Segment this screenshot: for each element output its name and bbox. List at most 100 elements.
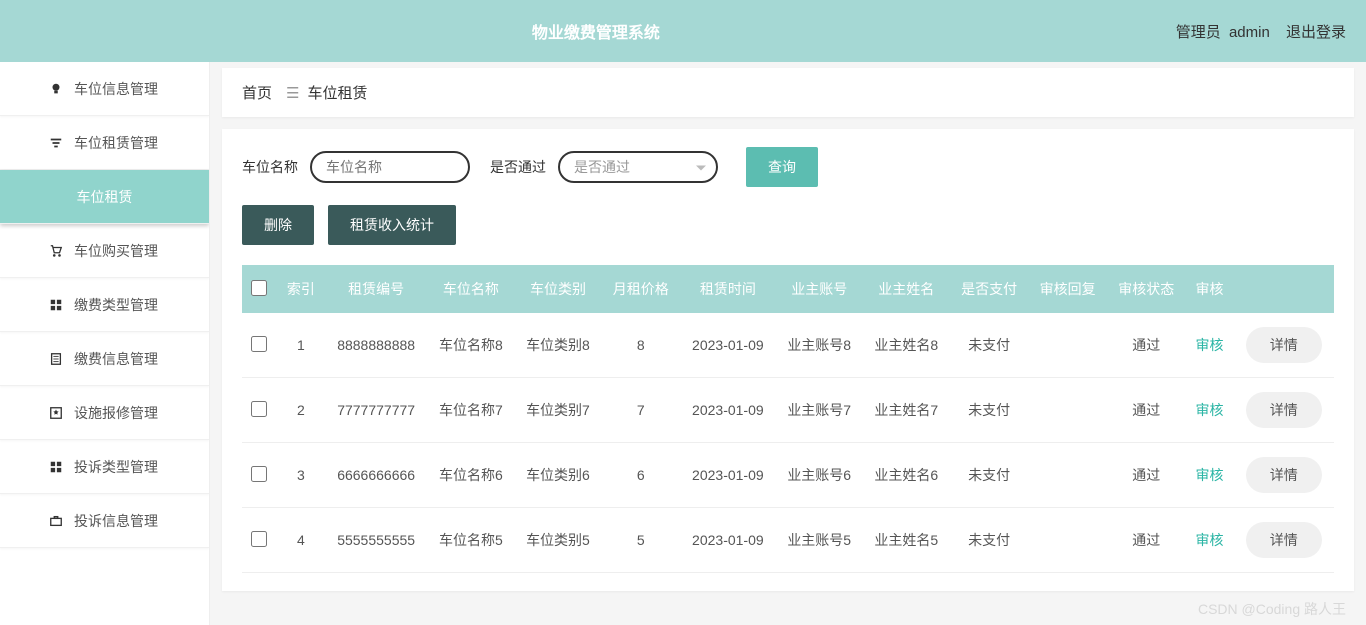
col-header-4: 车位类别 [514, 265, 601, 313]
sidebar-item-7[interactable]: 投诉类型管理 [0, 440, 209, 494]
sidebar-item-label: 投诉信息管理 [74, 511, 158, 531]
cell-time: 2023-01-09 [680, 508, 776, 573]
col-header-6: 租赁时间 [680, 265, 776, 313]
cell-status: 通过 [1107, 443, 1186, 508]
cell-price: 7 [602, 378, 681, 443]
cell-audit: 审核 [1186, 443, 1234, 508]
app-title: 物业缴费管理系统 [20, 19, 1172, 43]
audit-link[interactable]: 审核 [1196, 337, 1224, 353]
delete-button[interactable]: 删除 [242, 205, 314, 245]
sidebar-item-label: 车位信息管理 [74, 79, 158, 99]
sidebar-item-3[interactable]: 车位购买管理 [0, 224, 209, 278]
query-button[interactable]: 查询 [746, 147, 818, 187]
detail-button[interactable]: 详情 [1246, 457, 1322, 493]
audit-link[interactable]: 审核 [1196, 467, 1224, 483]
detail-button[interactable]: 详情 [1246, 327, 1322, 363]
col-header-8: 业主姓名 [863, 265, 950, 313]
row-checkbox[interactable] [251, 401, 267, 417]
bulb-icon [48, 81, 64, 97]
cell-cat: 车位类别8 [514, 313, 601, 378]
cell-check [242, 313, 277, 378]
cell-name: 车位名称7 [427, 378, 514, 443]
cell-no: 5555555555 [325, 508, 427, 573]
cell-check [242, 508, 277, 573]
cell-status: 通过 [1107, 313, 1186, 378]
cell-check [242, 378, 277, 443]
header: 物业缴费管理系统 管理员 admin 退出登录 [0, 0, 1366, 62]
header-user-area: 管理员 admin 退出登录 [1172, 21, 1346, 42]
row-checkbox[interactable] [251, 531, 267, 547]
cell-price: 8 [602, 313, 681, 378]
sidebar-item-4[interactable]: 缴费类型管理 [0, 278, 209, 332]
row-checkbox[interactable] [251, 336, 267, 352]
sidebar-item-8[interactable]: 投诉信息管理 [0, 494, 209, 548]
logout-link[interactable]: 退出登录 [1286, 24, 1346, 41]
table-row: 45555555555车位名称5车位类别552023-01-09业主账号5业主姓… [242, 508, 1334, 573]
main-content: 首页 ☰ 车位租赁 车位名称 是否通过 是否通过 查询 删除 租赁收入统计 [210, 62, 1366, 625]
table-row: 27777777777车位名称7车位类别772023-01-09业主账号7业主姓… [242, 378, 1334, 443]
cell-status: 通过 [1107, 378, 1186, 443]
col-header-9: 是否支付 [950, 265, 1029, 313]
detail-button[interactable]: 详情 [1246, 522, 1322, 558]
action-row: 删除 租赁收入统计 [242, 205, 1334, 245]
parking-name-input[interactable] [310, 151, 470, 183]
table-row: 18888888888车位名称8车位类别882023-01-09业主账号8业主姓… [242, 313, 1334, 378]
cart-icon [48, 243, 64, 259]
cell-name: 车位名称5 [427, 508, 514, 573]
cell-name: 车位名称6 [427, 443, 514, 508]
cell-owner: 业主姓名8 [863, 313, 950, 378]
stats-button[interactable]: 租赁收入统计 [328, 205, 456, 245]
select-all-checkbox[interactable] [251, 280, 267, 296]
cell-acct: 业主账号7 [776, 378, 863, 443]
user-role: 管理员 [1176, 24, 1221, 41]
detail-button[interactable]: 详情 [1246, 392, 1322, 428]
col-header-7: 业主账号 [776, 265, 863, 313]
cell-no: 7777777777 [325, 378, 427, 443]
cell-pay: 未支付 [950, 443, 1029, 508]
cell-audit: 审核 [1186, 508, 1234, 573]
sidebar-item-5[interactable]: 缴费信息管理 [0, 332, 209, 386]
pass-select[interactable]: 是否通过 [558, 151, 718, 183]
col-header-2: 租赁编号 [325, 265, 427, 313]
cell-owner: 业主姓名5 [863, 508, 950, 573]
filter-icon [48, 135, 64, 151]
cell-time: 2023-01-09 [680, 313, 776, 378]
cell-owner: 业主姓名7 [863, 378, 950, 443]
cell-cat: 车位类别5 [514, 508, 601, 573]
cell-idx: 2 [277, 378, 325, 443]
cell-reply [1028, 313, 1107, 378]
sidebar-item-label: 投诉类型管理 [74, 457, 158, 477]
watermark: CSDN @Coding 路人王 [1198, 599, 1346, 619]
sidebar-item-1[interactable]: 车位租赁管理 [0, 116, 209, 170]
breadcrumb: 首页 ☰ 车位租赁 [222, 68, 1354, 117]
cell-time: 2023-01-09 [680, 443, 776, 508]
audit-link[interactable]: 审核 [1196, 402, 1224, 418]
cell-cat: 车位类别6 [514, 443, 601, 508]
cell-reply [1028, 443, 1107, 508]
col-header-1: 索引 [277, 265, 325, 313]
row-checkbox[interactable] [251, 466, 267, 482]
sidebar-item-2[interactable]: 车位租赁 [0, 170, 209, 224]
cell-reply [1028, 508, 1107, 573]
col-header-5: 月租价格 [602, 265, 681, 313]
grid-icon [48, 297, 64, 313]
audit-link[interactable]: 审核 [1196, 532, 1224, 548]
cell-check [242, 443, 277, 508]
filter-name-label: 车位名称 [242, 157, 298, 177]
col-header-13 [1234, 265, 1334, 313]
sidebar-item-label: 缴费类型管理 [74, 295, 158, 315]
grid-icon [48, 459, 64, 475]
cell-no: 6666666666 [325, 443, 427, 508]
sidebar-item-label: 车位购买管理 [74, 241, 158, 261]
sidebar-item-0[interactable]: 车位信息管理 [0, 62, 209, 116]
cell-acct: 业主账号5 [776, 508, 863, 573]
breadcrumb-home[interactable]: 首页 [242, 82, 272, 103]
briefcase-icon [48, 513, 64, 529]
content-panel: 车位名称 是否通过 是否通过 查询 删除 租赁收入统计 索引租赁编号车位名称车位… [222, 129, 1354, 591]
sidebar-item-6[interactable]: 设施报修管理 [0, 386, 209, 440]
filter-pass-label: 是否通过 [490, 157, 546, 177]
breadcrumb-sep-icon: ☰ [286, 84, 299, 102]
col-header-11: 审核状态 [1107, 265, 1186, 313]
col-header-10: 审核回复 [1028, 265, 1107, 313]
cell-acct: 业主账号8 [776, 313, 863, 378]
